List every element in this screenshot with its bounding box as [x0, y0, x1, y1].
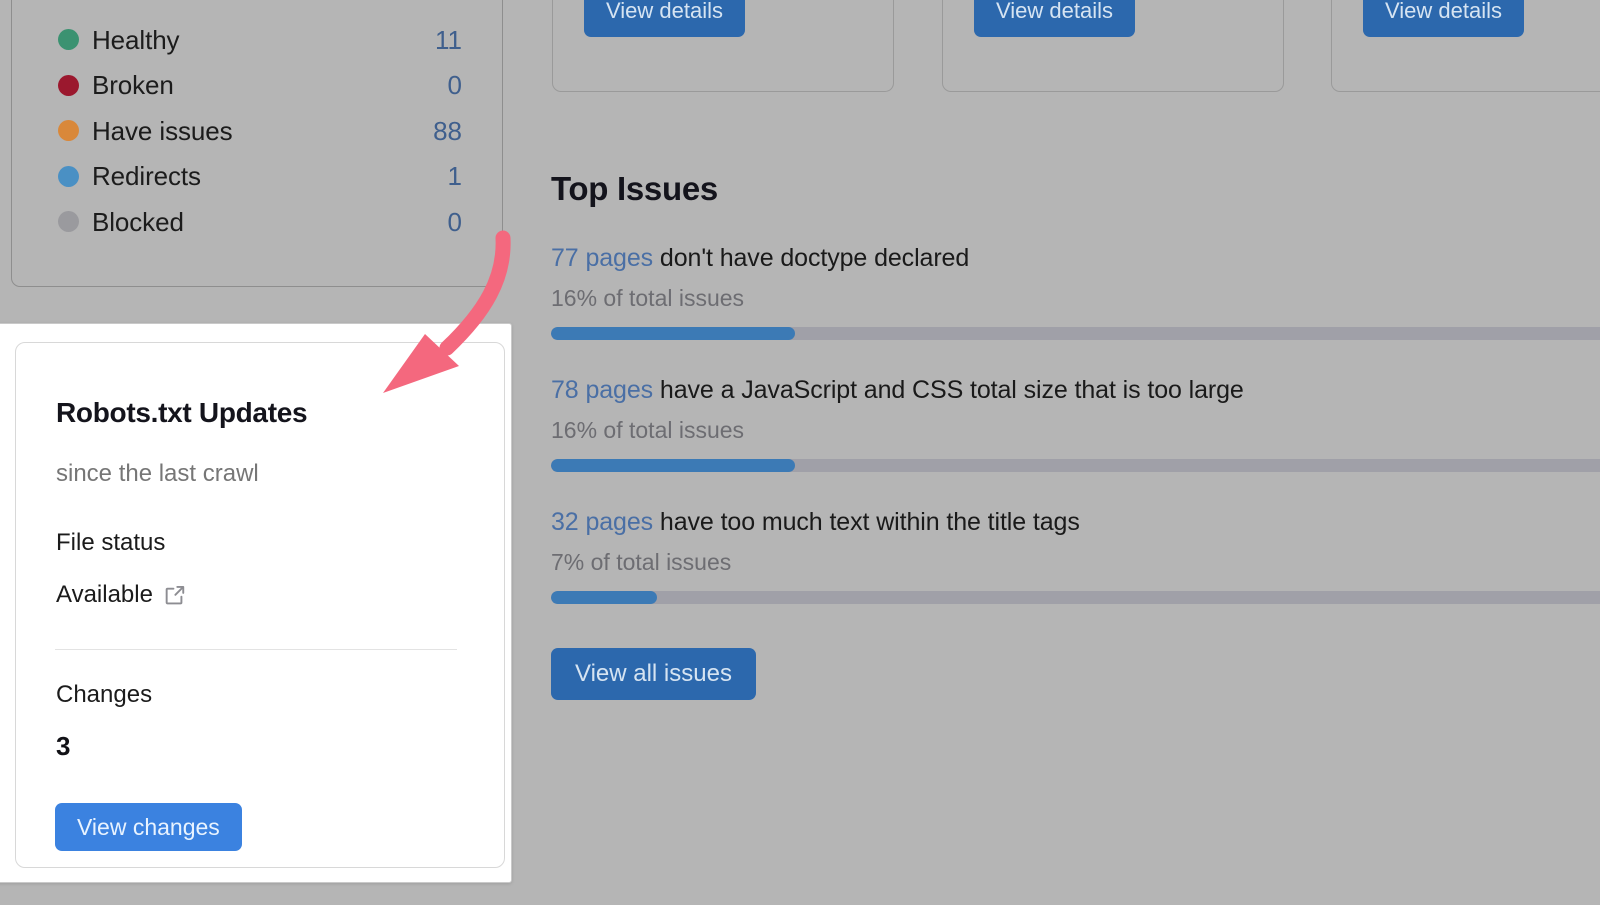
legend-item-value[interactable]: 1 [448, 163, 462, 189]
view-changes-button[interactable]: View changes [55, 803, 242, 851]
legend-item-label: Healthy [92, 27, 179, 53]
status-dot-icon [58, 166, 79, 187]
legend-item-value[interactable]: 0 [448, 209, 462, 235]
issue-count-link-1[interactable]: 77 pages [551, 244, 653, 272]
view-all-issues-button[interactable]: View all issues [551, 648, 756, 700]
file-status-value: Available [56, 581, 153, 609]
legend-item-broken[interactable]: Broken 0 [58, 63, 462, 109]
issue-progress-track-1 [551, 327, 1600, 340]
legend-item-label: Redirects [92, 163, 201, 189]
robots-highlight-panel: Robots.txt Updates since the last crawl … [0, 323, 512, 883]
issue-percent-2: 16% of total issues [551, 417, 1600, 444]
robots-card-subtitle: since the last crawl [56, 460, 259, 488]
issue-count-link-3[interactable]: 32 pages [551, 508, 653, 536]
view-details-button-2[interactable]: View details [974, 0, 1135, 37]
issue-progress-track-2 [551, 459, 1600, 472]
top-issues-heading: Top Issues [551, 170, 1600, 208]
robots-card-title: Robots.txt Updates [56, 397, 307, 429]
robots-txt-updates-card: Robots.txt Updates since the last crawl … [15, 342, 505, 868]
status-dot-icon [58, 211, 79, 232]
issue-percent-3: 7% of total issues [551, 549, 1600, 576]
legend-item-healthy[interactable]: Healthy 11 [58, 17, 462, 63]
issue-title-1: 77 pages don't have doctype declared [551, 244, 1600, 273]
crawled-pages-legend-card: Healthy 11 Broken 0 Have issues 88 Redir… [11, 0, 503, 287]
legend-item-value[interactable]: 11 [435, 27, 462, 53]
status-dot-icon [58, 75, 79, 96]
legend-list: Healthy 11 Broken 0 Have issues 88 Redir… [58, 17, 462, 245]
legend-item-label: Have issues [92, 118, 233, 144]
legend-item-label: Blocked [92, 209, 184, 235]
changes-value: 3 [56, 731, 70, 762]
issue-text-1: don't have doctype declared [653, 244, 969, 272]
status-dot-icon [58, 29, 79, 50]
issue-count-link-2[interactable]: 78 pages [551, 376, 653, 404]
issue-progress-fill-2 [551, 459, 795, 472]
issue-text-2: have a JavaScript and CSS total size tha… [653, 376, 1244, 404]
external-link-icon[interactable] [164, 584, 186, 606]
legend-item-value[interactable]: 0 [448, 72, 462, 98]
issue-title-3: 32 pages have too much text within the t… [551, 508, 1600, 537]
issue-title-2: 78 pages have a JavaScript and CSS total… [551, 376, 1600, 405]
metric-card-2: View details [942, 0, 1284, 92]
legend-item-redirects[interactable]: Redirects 1 [58, 154, 462, 200]
changes-label: Changes [56, 681, 152, 709]
view-details-button-3[interactable]: View details [1363, 0, 1524, 37]
issue-progress-fill-1 [551, 327, 795, 340]
file-status-label: File status [56, 529, 165, 557]
legend-item-have-issues[interactable]: Have issues 88 [58, 108, 462, 154]
top-issues-section: Top Issues 77 pages don't have doctype d… [551, 170, 1600, 700]
issue-progress-track-3 [551, 591, 1600, 604]
card-divider [55, 649, 457, 650]
legend-item-value[interactable]: 88 [433, 118, 462, 144]
issue-progress-fill-3 [551, 591, 657, 604]
legend-item-blocked[interactable]: Blocked 0 [58, 199, 462, 245]
legend-item-label: Broken [92, 72, 174, 98]
screenshot-root: Healthy 11 Broken 0 Have issues 88 Redir… [0, 0, 1600, 905]
file-status-row[interactable]: Available [56, 581, 186, 609]
status-dot-icon [58, 120, 79, 141]
issue-row-1: 77 pages don't have doctype declared 16%… [551, 244, 1600, 340]
view-details-button-1[interactable]: View details [584, 0, 745, 37]
issue-percent-1: 16% of total issues [551, 285, 1600, 312]
issue-text-3: have too much text within the title tags [653, 508, 1080, 536]
metric-card-1: View details [552, 0, 894, 92]
issue-row-2: 78 pages have a JavaScript and CSS total… [551, 376, 1600, 472]
issue-row-3: 32 pages have too much text within the t… [551, 508, 1600, 604]
metric-card-3: View details [1331, 0, 1600, 92]
